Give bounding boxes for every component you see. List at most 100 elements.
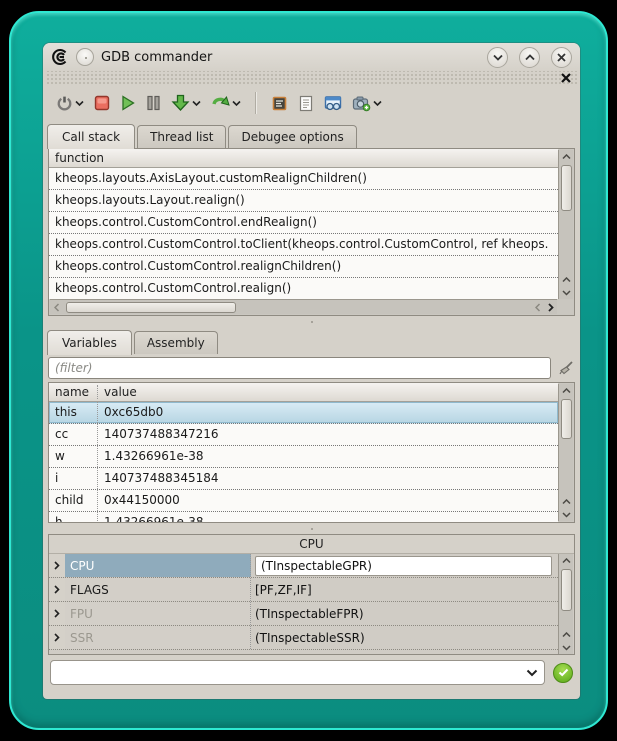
- variable-row-w[interactable]: w1.43266961e-38: [49, 446, 558, 468]
- splitter-handle[interactable]: [43, 523, 580, 534]
- scrollbar-thumb[interactable]: [561, 165, 572, 211]
- play-icon: [120, 95, 136, 111]
- app-logo-icon: [51, 48, 69, 66]
- cpu-chip-icon: [271, 95, 288, 112]
- column-name[interactable]: name: [49, 385, 97, 399]
- gdb-command-combobox[interactable]: [50, 660, 545, 685]
- tab-debugee-options[interactable]: Debugee options: [228, 125, 356, 148]
- cpu-view-button[interactable]: [268, 90, 291, 116]
- expand-chevron-icon[interactable]: [54, 633, 60, 642]
- variables-header: name value: [49, 383, 558, 402]
- clear-filter-broom-icon[interactable]: [557, 359, 575, 377]
- call-stack-panel: function kheops.layouts.AxisLayout.custo…: [48, 148, 575, 316]
- tab-thread-list[interactable]: Thread list: [137, 125, 226, 148]
- scrollbar-thumb[interactable]: [561, 569, 572, 611]
- scroll-right-icon[interactable]: [544, 301, 557, 314]
- chevron-down-icon: [75, 100, 84, 107]
- variables-panel: name value this0xc65db0 cc14073748834721…: [48, 382, 575, 523]
- expand-chevron-icon[interactable]: [54, 609, 60, 618]
- scroll-down-icon[interactable]: [559, 641, 574, 654]
- tab-assembly[interactable]: Assembly: [134, 331, 218, 354]
- camera-add-icon: [352, 95, 371, 112]
- expand-chevron-icon[interactable]: [54, 585, 60, 594]
- close-button[interactable]: [551, 47, 572, 68]
- tab-variables[interactable]: Variables: [47, 330, 132, 355]
- tab-call-stack[interactable]: Call stack: [47, 124, 135, 149]
- scroll-up-icon[interactable]: [559, 628, 574, 641]
- cpu-row-flags[interactable]: FLAGS [PF,ZF,IF]: [49, 578, 558, 602]
- pause-icon: [146, 95, 161, 111]
- scrollbar-thumb[interactable]: [66, 302, 236, 313]
- continue-button[interactable]: [208, 90, 244, 116]
- cpu-row-ssr[interactable]: SSR (TInspectableSSR): [49, 626, 558, 650]
- expand-chevron-icon[interactable]: [54, 561, 60, 570]
- call-stack-row[interactable]: kheops.control.CustomControl.toClient(kh…: [49, 234, 558, 256]
- scroll-up-icon[interactable]: [559, 384, 574, 397]
- cpu-value-editor[interactable]: (TInspectableGPR): [255, 556, 552, 576]
- scroll-down-icon[interactable]: [559, 508, 574, 521]
- cpu-vertical-scrollbar[interactable]: [558, 554, 573, 654]
- stop-icon: [94, 95, 110, 111]
- variables-vertical-scrollbar[interactable]: [558, 384, 573, 521]
- power-button[interactable]: [53, 90, 87, 116]
- pause-button[interactable]: [143, 90, 164, 116]
- chevron-down-icon[interactable]: [526, 669, 538, 677]
- maximize-button[interactable]: [519, 47, 540, 68]
- scroll-up-icon[interactable]: [559, 273, 574, 286]
- close-dock-icon[interactable]: [560, 72, 572, 84]
- scrollbar-thumb[interactable]: [561, 399, 572, 439]
- title-bar[interactable]: GDB commander: [43, 43, 580, 71]
- cpu-row-gpr[interactable]: CPU (TInspectableGPR): [49, 554, 558, 578]
- watch-button[interactable]: [321, 90, 345, 116]
- call-stack-row[interactable]: kheops.control.CustomControl.realignChil…: [49, 256, 558, 278]
- call-stack-row[interactable]: kheops.layouts.Layout.realign(): [49, 190, 558, 212]
- call-stack-header: function: [49, 149, 558, 168]
- snapshot-button[interactable]: [349, 90, 385, 116]
- run-button[interactable]: [117, 90, 139, 116]
- cpu-row-fpu[interactable]: FPU (TInspectableFPR): [49, 602, 558, 626]
- scroll-down-icon[interactable]: [559, 286, 574, 299]
- scroll-left-icon[interactable]: [531, 301, 544, 314]
- debug-toolbar: [43, 86, 580, 120]
- call-stack-horizontal-scrollbar[interactable]: [50, 299, 557, 314]
- call-stack-vertical-scrollbar[interactable]: [558, 150, 573, 299]
- command-row: [43, 655, 580, 685]
- splitter-handle[interactable]: [43, 316, 580, 327]
- variable-row-child[interactable]: child0x44150000: [49, 490, 558, 512]
- cpu-panel: CPU CPU (TInspectableGPR) FLAGS [PF,ZF,I…: [48, 534, 575, 655]
- command-input[interactable]: [57, 666, 526, 680]
- variable-row-h[interactable]: h1.43266961e-38: [49, 512, 558, 522]
- variable-row-this[interactable]: this0xc65db0: [49, 402, 558, 424]
- chevron-down-icon: [192, 100, 201, 107]
- call-stack-row[interactable]: kheops.control.CustomControl.realign(): [49, 278, 558, 299]
- dock-grip[interactable]: [45, 71, 578, 86]
- chevron-down-icon: [493, 54, 503, 61]
- scroll-left-icon[interactable]: [50, 301, 64, 314]
- power-icon: [56, 95, 73, 112]
- cpu-panel-title: CPU: [49, 535, 574, 554]
- variable-row-i[interactable]: i140737488345184: [49, 468, 558, 490]
- step-button[interactable]: [168, 90, 204, 116]
- messages-button[interactable]: [295, 90, 317, 116]
- window-menu-button[interactable]: [76, 48, 94, 66]
- variable-row-cc[interactable]: cc140737488347216: [49, 424, 558, 446]
- inspector-tabs: Variables Assembly: [43, 327, 580, 354]
- filter-row: [43, 354, 580, 382]
- call-stack-row[interactable]: kheops.layouts.AxisLayout.customRealignC…: [49, 168, 558, 190]
- filter-input[interactable]: [48, 357, 551, 379]
- scroll-up-icon[interactable]: [559, 150, 574, 163]
- scroll-up-icon[interactable]: [559, 495, 574, 508]
- window-title: GDB commander: [101, 50, 212, 65]
- chevron-down-icon: [232, 100, 241, 107]
- call-stack-row[interactable]: kheops.control.CustomControl.endRealign(…: [49, 212, 558, 234]
- step-into-icon: [171, 94, 190, 112]
- watch-window-icon: [324, 95, 342, 112]
- send-command-button[interactable]: [553, 663, 573, 683]
- close-icon: [557, 53, 566, 62]
- check-icon: [558, 668, 569, 677]
- stop-button[interactable]: [91, 90, 113, 116]
- document-icon: [298, 95, 314, 112]
- scroll-up-icon[interactable]: [559, 554, 574, 567]
- minimize-button[interactable]: [487, 47, 508, 68]
- column-value[interactable]: value: [97, 385, 558, 399]
